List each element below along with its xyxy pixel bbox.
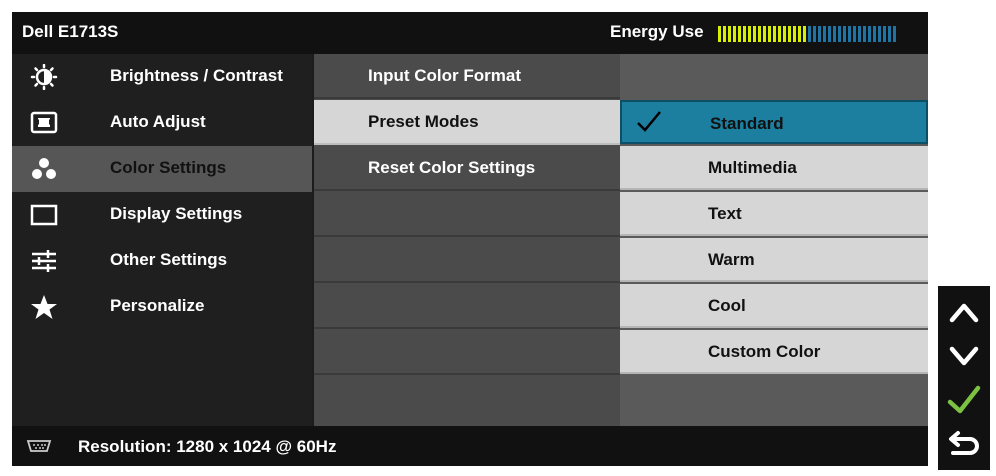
energy-segment [728,26,731,42]
check-icon[interactable] [944,380,984,420]
model-title: Dell E1713S [22,22,119,41]
submenu-item-input-color-format[interactable]: Input Color Format [314,54,620,99]
menu-item-label: Display Settings [110,204,243,223]
color-settings-icon [32,158,56,179]
energy-segment [788,26,791,42]
menu-item-auto-adjust[interactable]: Auto Adjust [12,100,312,146]
submenu-item-label: Input Color Format [368,66,521,85]
vga-connector-icon [26,440,52,452]
energy-segment [773,26,776,42]
energy-segment [893,26,896,42]
energy-segment [838,26,841,42]
energy-segment [863,26,866,42]
back-icon[interactable] [944,424,984,464]
energy-segment [828,26,831,42]
energy-segment [878,26,881,42]
preset-option-multimedia[interactable]: Multimedia [620,146,928,190]
energy-segment [768,26,771,42]
preset-option-cool[interactable]: Cool [620,284,928,328]
auto-adjust-icon [30,111,58,134]
energy-segment [783,26,786,42]
title-bar: Dell E1713S Energy Use [12,12,928,54]
energy-segment [733,26,736,42]
energy-segment [803,26,806,42]
energy-segment [848,26,851,42]
resolution-status: Resolution: 1280 x 1024 @ 60Hz [78,437,337,456]
energy-segment [853,26,856,42]
preset-option-text[interactable]: Text [620,192,928,236]
energy-segment [753,26,756,42]
energy-segment [843,26,846,42]
color-settings-submenu: Input Color Format Preset Modes Reset Co… [314,54,620,426]
energy-segment [888,26,891,42]
preset-option-label: Warm [708,250,755,269]
osd-window: Dell E1713S Energy Use Brightness / Cont… [12,12,928,466]
star-icon [31,295,57,319]
menu-item-other-settings[interactable]: Other Settings [12,238,312,284]
energy-segment [743,26,746,42]
submenu-empty-row [314,192,620,237]
menu-item-display-settings[interactable]: Display Settings [12,192,312,238]
menu-item-label: Other Settings [110,250,228,269]
energy-segment [858,26,861,42]
energy-segment [818,26,821,42]
menu-item-color-settings[interactable]: Color Settings [12,146,312,192]
submenu-item-preset-modes[interactable]: Preset Modes [314,100,620,145]
energy-use-label: Energy Use [610,22,704,41]
preset-option-label: Text [708,204,742,223]
energy-segment [793,26,796,42]
status-bar: Resolution: 1280 x 1024 @ 60Hz [12,426,928,466]
up-arrow-icon[interactable] [944,292,984,332]
submenu-empty-row [314,284,620,329]
energy-segment [813,26,816,42]
submenu-item-reset-color-settings[interactable]: Reset Color Settings [314,146,620,191]
menu-item-label: Brightness / Contrast [110,66,283,85]
submenu-empty-row [314,330,620,375]
energy-segment [718,26,721,42]
energy-segment [758,26,761,42]
sliders-icon [32,250,56,272]
energy-segment [833,26,836,42]
checkmark-icon [637,111,661,132]
down-arrow-icon[interactable] [944,336,984,376]
preset-option-label: Standard [710,114,784,133]
energy-segment [873,26,876,42]
preset-option-label: Cool [708,296,746,315]
energy-segment [798,26,801,42]
energy-segment [808,26,811,42]
submenu-item-label: Reset Color Settings [368,158,536,177]
submenu-empty-row [314,238,620,283]
energy-segment [763,26,766,42]
energy-segment [738,26,741,42]
preset-option-custom-color[interactable]: Custom Color [620,330,928,374]
energy-segment [883,26,886,42]
submenu-item-label: Preset Modes [368,112,479,131]
energy-segment [748,26,751,42]
front-panel-buttons [938,286,990,470]
preset-modes-list: Standard Multimedia Text Warm Cool Custo… [620,54,928,426]
preset-option-standard[interactable]: Standard [620,100,928,144]
menu-item-label: Personalize [110,296,205,315]
menu-item-brightness-contrast[interactable]: Brightness / Contrast [12,54,312,100]
preset-option-label: Multimedia [708,158,797,177]
menu-item-personalize[interactable]: Personalize [12,284,312,330]
menu-item-label: Color Settings [110,158,227,177]
energy-segment [868,26,871,42]
energy-segment [778,26,781,42]
brightness-icon [30,64,58,90]
preset-option-warm[interactable]: Warm [620,238,928,282]
menu-item-label: Auto Adjust [110,112,206,131]
energy-use-meter [718,26,896,42]
display-icon [30,204,58,226]
energy-segment [723,26,726,42]
energy-segment [823,26,826,42]
main-menu: Brightness / Contrast Auto Adjust Color … [12,54,312,426]
preset-option-label: Custom Color [708,342,821,361]
